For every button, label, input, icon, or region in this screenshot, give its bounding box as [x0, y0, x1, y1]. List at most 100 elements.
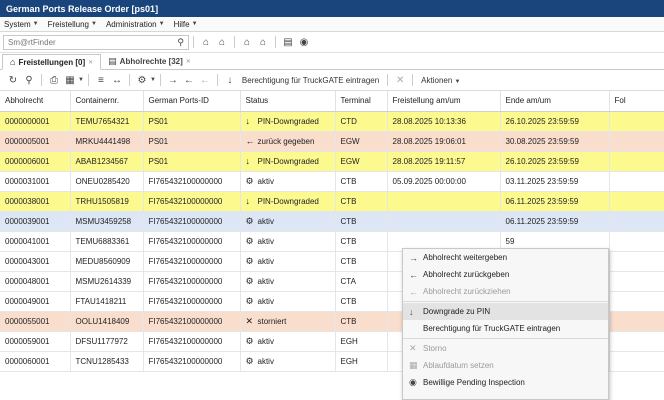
- eye-icon[interactable]: ◉: [296, 34, 312, 50]
- table-row[interactable]: 0000000001 TEMU7654321 PS01 ↓ PIN-Downgraded…: [0, 111, 664, 132]
- cell-fol: [609, 171, 664, 192]
- print-icon[interactable]: ⎙: [46, 72, 62, 88]
- cell-german-ports-id: FI765432100000000: [143, 291, 241, 312]
- context-menu-item: ▦ Ablaufdatum setzen: [403, 357, 608, 374]
- column-header-freistellung[interactable]: Freistellung am/um: [387, 91, 501, 112]
- context-menu-item[interactable]: ↓ Downgrade zu PIN: [403, 303, 608, 320]
- table-row[interactable]: 0000038001 TRHU1505819 FI765432100000000 ↓ P…: [0, 191, 664, 212]
- cell-ende: 03.11.2025 23:59:59: [500, 171, 610, 192]
- menu-label: Administration: [105, 19, 157, 29]
- context-menu-item[interactable]: → Abholrecht weitergeben: [403, 249, 608, 266]
- arrow-right-icon[interactable]: →: [165, 72, 181, 88]
- toolbar-separator: [87, 74, 89, 86]
- arrow-down-icon: ↓: [245, 196, 251, 206]
- cell-fol: [609, 291, 664, 312]
- menu-freistellung[interactable]: Freistellung ▼: [48, 20, 97, 29]
- toolbar-separator: [193, 36, 194, 48]
- menu-system[interactable]: System ▼: [4, 20, 39, 29]
- main-toolbar: ⚲ ⌂ ⌂ ⌂ ⌂ ▤ ◉: [0, 32, 664, 53]
- context-menu-item: ← Abholrecht zurückziehen: [403, 283, 608, 300]
- status-text: aktiv: [257, 176, 274, 186]
- cell-abholrecht: 0000006001: [0, 151, 71, 172]
- close-disabled-icon[interactable]: ✕: [392, 72, 408, 88]
- list-icon[interactable]: ▤: [280, 34, 296, 50]
- arrow-left-disabled-icon[interactable]: ←: [197, 72, 213, 88]
- cell-fol: [609, 211, 664, 232]
- lock-add-icon[interactable]: ⌂: [255, 34, 271, 50]
- lock-add-icon[interactable]: ⌂: [214, 34, 230, 50]
- context-menu-item[interactable]: Berechtigung für TruckGATE eintragen: [403, 320, 608, 337]
- cell-containernr: TEMU7654321: [70, 111, 144, 132]
- arrow-left-icon: ←: [245, 136, 255, 146]
- cell-ende: 30.08.2025 23:59:59: [500, 131, 610, 152]
- cell-abholrecht: 0000043001: [0, 251, 71, 272]
- cell-freistellung: [387, 191, 501, 212]
- close-icon[interactable]: ✕: [88, 59, 93, 66]
- table-row[interactable]: 0000005001 MRKU4441498 PS01 ← zurück gegeben…: [0, 131, 664, 152]
- cell-containernr: TEMU6883361: [70, 231, 144, 252]
- arrow-left-icon[interactable]: ←: [181, 72, 197, 88]
- column-header-fol[interactable]: Fol: [609, 91, 664, 112]
- tab-bar: ⌂ Freistellungen [0] ✕ ▤ Abholrechte [32…: [0, 53, 664, 70]
- cell-fol: [609, 231, 664, 252]
- menu-label: Hilfe: [173, 19, 190, 29]
- column-header-german-ports-id[interactable]: German Ports-ID: [143, 91, 241, 112]
- toolbar-separator: [234, 36, 235, 48]
- table-row[interactable]: 0000039001 MSMU3459258 FI765432100000000 ⚙ a…: [0, 211, 664, 232]
- smartfinder: ⚲: [3, 34, 189, 50]
- menubar: System ▼ Freistellung ▼ Administration ▼ Hi…: [0, 17, 664, 32]
- column-header-terminal[interactable]: Terminal: [335, 91, 388, 112]
- refresh-icon[interactable]: ↻: [5, 72, 21, 88]
- caret-down-icon[interactable]: ▼: [78, 77, 84, 83]
- gear-icon: ⚙: [245, 175, 254, 186]
- menu-hilfe[interactable]: Hilfe ▼: [174, 20, 198, 29]
- smartfinder-input[interactable]: [8, 37, 158, 47]
- cell-german-ports-id: FI765432100000000: [143, 191, 241, 212]
- status-text: aktiv: [257, 296, 274, 306]
- lock-icon[interactable]: ⌂: [198, 34, 214, 50]
- context-menu-item[interactable]: ← Abholrecht zurückgeben: [403, 266, 608, 283]
- context-menu-item[interactable]: ◉ Bewillige Pending Inspection: [403, 374, 608, 391]
- column-header-abholrecht[interactable]: Abholrecht: [0, 91, 71, 112]
- export-icon[interactable]: ▦: [62, 72, 78, 88]
- cell-containernr: OOLU1418409: [70, 311, 144, 332]
- menu-label: System: [4, 19, 31, 29]
- menu-item-label: Abholrecht weitergeben: [423, 253, 508, 262]
- cell-status: ← zurück gegeben: [240, 131, 336, 152]
- tab-freistellungen[interactable]: ⌂ Freistellungen [0] ✕: [2, 54, 102, 70]
- table-row[interactable]: 0000031001 ONEU0285420 FI765432100000000 ⚙ a…: [0, 171, 664, 192]
- cell-status: ⚙ aktiv: [240, 271, 336, 292]
- menu-administration[interactable]: Administration ▼: [106, 20, 165, 29]
- window-title: German Ports Release Order [ps01]: [0, 0, 664, 17]
- cell-status: ↓ PIN-Downgraded: [240, 191, 336, 212]
- cell-freistellung: 28.08.2025 10:13:36: [387, 111, 501, 132]
- cell-status: ⚙ aktiv: [240, 231, 336, 252]
- status-text: storniert: [257, 316, 287, 326]
- cell-terminal: CTB: [335, 311, 388, 332]
- toolbar-separator: [216, 74, 218, 86]
- menu-lines-icon[interactable]: ≡: [93, 72, 109, 88]
- column-header-ende[interactable]: Ende am/um: [500, 91, 610, 112]
- column-header-containernr[interactable]: Containernr.: [70, 91, 144, 112]
- aktionen-dropdown[interactable]: Aktionen ▼: [421, 76, 460, 85]
- caret-down-icon: ▼: [454, 78, 461, 85]
- arrow-down-icon: ↓: [245, 156, 251, 166]
- column-width-icon[interactable]: ↔: [109, 72, 125, 88]
- table-row[interactable]: 0000006001 ABAB1234567 PS01 ↓ PIN-Downgraded…: [0, 151, 664, 172]
- search-icon[interactable]: ⚲: [177, 37, 184, 48]
- lock-icon[interactable]: ⌂: [239, 34, 255, 50]
- cell-abholrecht: 0000055001: [0, 311, 71, 332]
- status-text: zurück gegeben: [257, 137, 315, 146]
- tab-abholrechte[interactable]: ▤ Abholrechte [32] ✕: [101, 53, 198, 69]
- gear-icon[interactable]: ⚙: [134, 72, 150, 88]
- close-icon[interactable]: ✕: [186, 58, 191, 65]
- cell-abholrecht: 0000041001: [0, 231, 71, 252]
- caret-down-icon[interactable]: ▼: [150, 77, 156, 83]
- search-icon[interactable]: ⚲: [21, 72, 37, 88]
- arrow-down-icon[interactable]: ↓: [222, 72, 238, 88]
- status-text: aktiv: [257, 276, 274, 286]
- menu-item-label: Berechtigung für TruckGATE eintragen: [423, 324, 561, 333]
- status-text: PIN-Downgraded: [257, 197, 319, 206]
- truckgate-button[interactable]: Berechtigung für TruckGATE eintragen: [242, 76, 379, 85]
- column-header-status[interactable]: Status: [240, 91, 336, 112]
